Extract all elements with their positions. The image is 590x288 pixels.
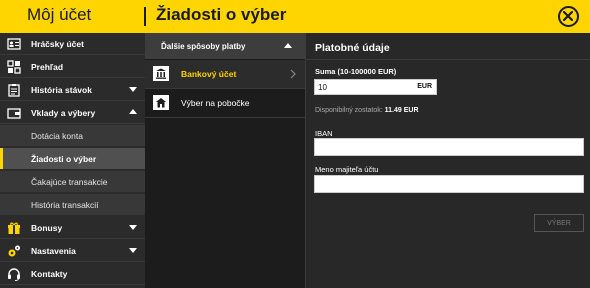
sidebar-subitem-label: Žiadosti o výber [31,154,97,164]
chevron-down-icon [129,87,137,92]
wallet-icon [7,108,21,119]
sidebar-item-bet-history[interactable]: História stávok [0,79,145,101]
grid-icon [7,60,21,74]
method-label: Bankový účet [181,69,237,79]
active-indicator [0,148,3,169]
headset-icon [8,268,20,281]
sidebar: Hráčsky účet Prehľad História stávok Vkl… [0,33,145,288]
sidebar-item-bonuses[interactable]: Bonusy [0,217,145,239]
sidebar-subitem-label: História transakcií [31,200,99,210]
branch-icon [153,95,169,110]
sidebar-subitem-pending-transactions[interactable]: Čakajúce transakcie [0,171,145,193]
sidebar-subitem-deposit[interactable]: Dotácia konta [0,125,145,147]
history-icon [8,84,20,97]
form-divider [306,59,590,60]
app-header: Môj účet Žiadosti o výber [0,0,590,33]
form-title: Platobné údaje [315,42,390,54]
iban-label: IBAN [315,129,333,138]
amount-field: EUR [314,79,437,95]
account-owner-label: Meno majiteľa účtu [315,165,379,174]
withdraw-button[interactable]: VÝBER [534,214,584,232]
sidebar-item-overview[interactable]: Prehľad [0,56,145,78]
payment-methods-panel: Ďalšie spôsoby platby Bankový účet Výber… [145,33,305,288]
chevron-up-icon [129,109,137,114]
sidebar-item-deposits-withdrawals[interactable]: Vklady a výbery [0,102,145,124]
method-label: Výber na pobočke [181,98,250,108]
methods-header-label: Ďalšie spôsoby platby [161,42,246,51]
sidebar-item-label: Vklady a výbery [31,108,96,118]
amount-input[interactable] [315,80,410,94]
sidebar-item-label: Kontakty [31,269,68,279]
currency-label: EUR [417,83,432,90]
page-title: Žiadosti o výber [156,5,287,24]
sidebar-item-label: Bonusy [31,223,63,233]
available-balance: Disponibilný zostatok: 11.49 EUR [315,107,419,114]
sidebar-item-label: Hráčsky účet [31,39,84,49]
chevron-down-icon [129,248,137,253]
id-card-icon [7,38,21,50]
method-bank-account[interactable]: Bankový účet [145,60,305,88]
chevron-up-icon [284,43,292,48]
chevron-right-icon [290,69,296,79]
sidebar-subitem-label: Dotácia konta [31,131,83,141]
sidebar-item-label: Nastavenia [31,246,76,256]
sidebar-item-player-account[interactable]: Hráčsky účet [0,33,145,55]
payment-details-form: Platobné údaje Suma (10-100000 EUR) EUR … [305,33,590,288]
other-payment-methods-toggle[interactable]: Ďalšie spôsoby platby [145,33,305,59]
sidebar-item-contacts[interactable]: Kontakty [0,263,145,285]
account-owner-input[interactable] [314,175,584,193]
method-branch-withdrawal[interactable]: Výber na pobočke [145,89,305,117]
bank-icon [153,66,169,81]
sidebar-subitem-transaction-history[interactable]: História transakcií [0,194,145,216]
chevron-down-icon [129,225,137,230]
header-divider [144,7,146,26]
account-title: Môj účet [27,5,92,24]
sidebar-item-settings[interactable]: Nastavenia [0,240,145,262]
gears-icon [8,245,20,257]
sidebar-item-label: Prehľad [31,62,64,72]
close-button[interactable] [558,6,579,27]
sidebar-item-label: História stávok [31,85,92,95]
available-balance-label: Disponibilný zostatok: [315,107,383,114]
gift-icon [8,222,20,234]
method-divider [145,117,305,118]
available-balance-value: 11.49 EUR [384,107,419,114]
amount-label: Suma (10-100000 EUR) [315,67,397,76]
sidebar-subitem-withdrawal-requests[interactable]: Žiadosti o výber [0,148,145,170]
iban-input[interactable] [314,138,584,156]
sidebar-subitem-label: Čakajúce transakcie [31,177,108,187]
close-icon [563,11,573,21]
